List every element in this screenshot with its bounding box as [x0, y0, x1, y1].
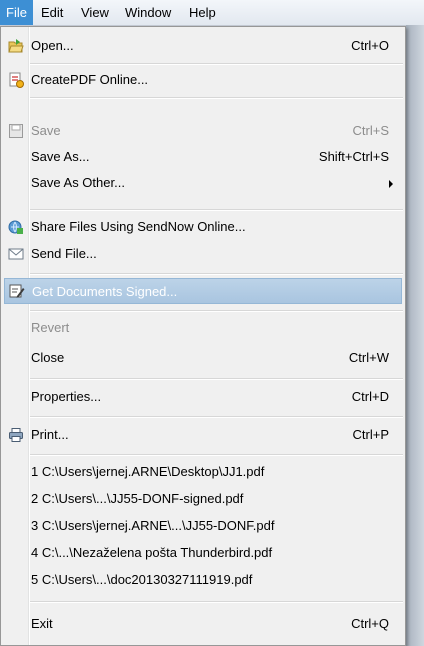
menu-item-createpdf-online[interactable]: CreatePDF Online... [3, 67, 403, 93]
sign-icon [9, 283, 25, 299]
separator [30, 310, 403, 312]
menu-item-revert[interactable]: Revert [3, 315, 403, 341]
shortcut-label: Ctrl+S [352, 123, 389, 138]
menu-item-label: Revert [31, 320, 70, 335]
separator [30, 97, 403, 99]
shortcut-label: Ctrl+O [351, 38, 389, 53]
menu-item-send-file[interactable]: Send File... [3, 241, 403, 267]
menu-item-label: 5 C:\Users\...\doc20130327111919.pdf [31, 572, 253, 587]
menu-item-label: Open... [31, 38, 74, 53]
menu-item-close[interactable]: Close Ctrl+W [3, 345, 403, 371]
menu-item-label: 1 C:\Users\jernej.ARNE\Desktop\JJ1.pdf [31, 464, 265, 479]
menu-item-exit[interactable]: Exit Ctrl+Q [3, 611, 403, 637]
menu-view[interactable]: View [75, 0, 115, 25]
menu-item-recent-file-4[interactable]: 4 C:\...\Nezaželena pošta Thunderbird.pd… [3, 540, 403, 566]
menu-item-label: CreatePDF Online... [31, 72, 149, 87]
menu-item-save-as-other[interactable]: Save As Other... [3, 170, 403, 196]
menu-item-label: Exit [31, 616, 53, 631]
shortcut-label: Ctrl+Q [351, 616, 389, 631]
separator [30, 454, 403, 456]
menu-item-label: 4 C:\...\Nezaželena pošta Thunderbird.pd… [31, 545, 273, 560]
menu-item-open[interactable]: Open... Ctrl+O [3, 33, 403, 59]
separator [30, 416, 403, 418]
menu-item-get-documents-signed[interactable]: Get Documents Signed... [4, 278, 402, 304]
menu-item-recent-file-3[interactable]: 3 C:\Users\jernej.ARNE\...\JJ55-DONF.pdf [3, 513, 403, 539]
menu-help[interactable]: Help [183, 0, 222, 25]
save-icon [8, 123, 24, 139]
open-folder-icon [8, 38, 24, 54]
menu-item-label: Send File... [31, 246, 97, 261]
menu-item-label: Properties... [31, 389, 102, 404]
shortcut-label: Ctrl+W [348, 350, 389, 365]
submenu-arrow-icon [389, 180, 393, 188]
createpdf-icon [8, 72, 24, 88]
menu-item-label: Save As... [31, 149, 90, 164]
menu-bar: File Edit View Window Help [0, 0, 424, 26]
menu-item-label: Save [31, 123, 61, 138]
separator [30, 63, 403, 65]
envelope-icon [8, 246, 24, 262]
menu-window[interactable]: Window [119, 0, 177, 25]
menu-item-share-files-sendnow[interactable]: Share Files Using SendNow Online... [3, 214, 403, 240]
menu-item-label: Print... [31, 427, 69, 442]
background-window-edge [406, 25, 424, 646]
menu-item-label: Get Documents Signed... [32, 284, 178, 299]
shortcut-label: Ctrl+D [351, 389, 389, 404]
menu-item-save[interactable]: Save Ctrl+S [3, 118, 403, 144]
menu-item-properties[interactable]: Properties... Ctrl+D [3, 384, 403, 410]
menu-item-recent-file-2[interactable]: 2 C:\Users\...\JJ55-DONF-signed.pdf [3, 486, 403, 512]
menu-file[interactable]: File [0, 0, 33, 25]
menu-item-recent-file-5[interactable]: 5 C:\Users\...\doc20130327111919.pdf [3, 567, 403, 593]
separator [30, 209, 403, 211]
menu-item-recent-file-1[interactable]: 1 C:\Users\jernej.ARNE\Desktop\JJ1.pdf [3, 459, 403, 485]
printer-icon [8, 427, 24, 443]
separator [30, 601, 403, 603]
menu-item-label: 3 C:\Users\jernej.ARNE\...\JJ55-DONF.pdf [31, 518, 275, 533]
separator [30, 378, 403, 380]
separator [30, 273, 403, 275]
menu-item-label: Save As Other... [31, 175, 125, 190]
shortcut-label: Ctrl+P [352, 427, 389, 442]
file-menu-dropdown: Open... Ctrl+O CreatePDF Online... Save … [0, 26, 406, 646]
menu-item-label: 2 C:\Users\...\JJ55-DONF-signed.pdf [31, 491, 244, 506]
menu-item-label: Share Files Using SendNow Online... [31, 219, 246, 234]
menu-item-label: Close [31, 350, 65, 365]
menu-edit[interactable]: Edit [35, 0, 69, 25]
shortcut-label: Shift+Ctrl+S [318, 149, 389, 164]
menu-item-save-as[interactable]: Save As... Shift+Ctrl+S [3, 144, 403, 170]
share-files-icon [8, 219, 24, 235]
menu-item-print[interactable]: Print... Ctrl+P [3, 422, 403, 448]
